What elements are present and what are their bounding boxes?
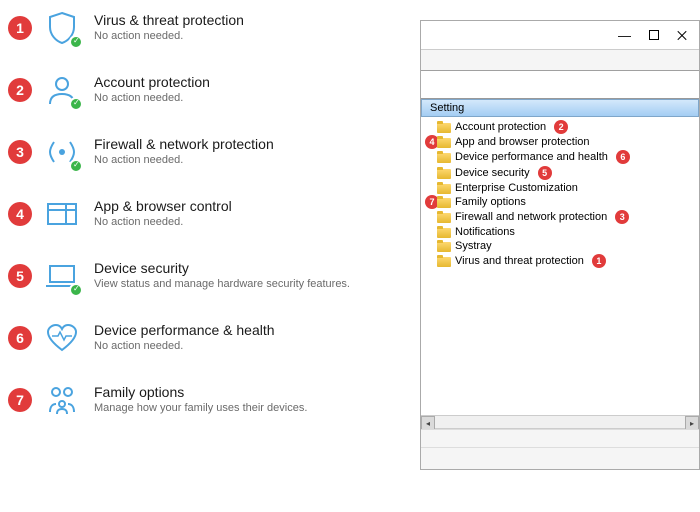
tree-item[interactable]: Device security 5 [421, 165, 699, 181]
health-icon [44, 320, 82, 358]
window-controls: — [421, 21, 699, 49]
account-icon [44, 72, 82, 110]
reference-badge: 6 [616, 150, 630, 164]
item-subtitle: No action needed. [94, 92, 210, 104]
tree-item-label: App and browser protection [455, 136, 590, 148]
folder-icon [437, 136, 451, 148]
folder-icon [437, 182, 451, 194]
settings-tree: Setting Account protection 24App and brow… [421, 99, 699, 271]
folder-icon [437, 226, 451, 238]
tree-item-label: Notifications [455, 226, 515, 238]
reference-badge: 2 [554, 120, 568, 134]
tree-item[interactable]: 4App and browser protection [421, 135, 699, 149]
item-subtitle: Manage how your family uses their device… [94, 402, 307, 414]
item-title: App & browser control [94, 198, 232, 214]
device-icon [44, 258, 82, 296]
number-badge: 4 [8, 202, 32, 226]
item-title: Family options [94, 384, 307, 400]
family-icon [44, 382, 82, 420]
security-center-list: 1 Virus & threat protection No action ne… [0, 0, 420, 454]
scroll-left-button[interactable]: ◂ [421, 416, 435, 430]
item-title: Account protection [94, 74, 210, 90]
folder-icon [437, 211, 451, 223]
item-subtitle: No action needed. [94, 216, 232, 228]
tree-item-label: Firewall and network protection [455, 211, 607, 223]
tree-item[interactable]: Systray [421, 239, 699, 253]
folder-icon [437, 151, 451, 163]
folder-icon [437, 240, 451, 252]
minimize-button[interactable]: — [618, 28, 631, 43]
folder-icon [437, 167, 451, 179]
number-badge: 7 [8, 388, 32, 412]
number-badge: 1 [8, 16, 32, 40]
security-item[interactable]: 4 App & browser control No action needed… [8, 196, 420, 234]
horizontal-scrollbar[interactable]: ◂ ▸ [421, 415, 699, 429]
security-item[interactable]: 5 Device security View status and manage… [8, 258, 420, 296]
item-title: Device performance & health [94, 322, 275, 338]
folder-icon [437, 255, 451, 267]
tree-item[interactable]: 7Family options [421, 195, 699, 209]
item-subtitle: No action needed. [94, 340, 275, 352]
tree-item-label: Enterprise Customization [455, 182, 578, 194]
item-title: Device security [94, 260, 350, 276]
item-subtitle: View status and manage hardware security… [94, 278, 350, 290]
item-subtitle: No action needed. [94, 154, 274, 166]
content-header [421, 71, 699, 99]
security-item[interactable]: 1 Virus & threat protection No action ne… [8, 10, 420, 48]
reference-badge: 1 [592, 254, 606, 268]
security-item[interactable]: 2 Account protection No action needed. [8, 72, 420, 110]
scroll-right-button[interactable]: ▸ [685, 416, 699, 430]
tree-item-label: Account protection [455, 121, 546, 133]
tree-item[interactable]: Notifications [421, 225, 699, 239]
folder-icon [437, 196, 451, 208]
shield-icon [44, 10, 82, 48]
tree-item[interactable]: Enterprise Customization [421, 181, 699, 195]
tree-item-label: Device security [455, 167, 530, 179]
policy-editor-window: — Setting Account protection 24App and br… [420, 20, 700, 470]
tree-item-label: Family options [455, 196, 526, 208]
reference-badge: 5 [538, 166, 552, 180]
status-area [421, 429, 699, 469]
number-badge: 3 [8, 140, 32, 164]
tree-item[interactable]: Device performance and health 6 [421, 149, 699, 165]
firewall-icon [44, 134, 82, 172]
tree-item-label: Virus and threat protection [455, 255, 584, 267]
reference-badge: 3 [615, 210, 629, 224]
number-badge: 2 [8, 78, 32, 102]
tree-item[interactable]: Virus and threat protection 1 [421, 253, 699, 269]
app-browser-icon [44, 196, 82, 234]
number-badge: 5 [8, 264, 32, 288]
security-item[interactable]: 3 Firewall & network protection No actio… [8, 134, 420, 172]
item-title: Virus & threat protection [94, 12, 244, 28]
toolbar [421, 49, 699, 71]
tree-item[interactable]: Account protection 2 [421, 119, 699, 135]
security-item[interactable]: 7 Family options Manage how your family … [8, 382, 420, 420]
number-badge: 6 [8, 326, 32, 350]
item-subtitle: No action needed. [94, 30, 244, 42]
tree-item-label: Device performance and health [455, 151, 608, 163]
tree-item-label: Systray [455, 240, 492, 252]
close-button[interactable] [677, 30, 687, 40]
column-header[interactable]: Setting [421, 99, 699, 117]
item-title: Firewall & network protection [94, 136, 274, 152]
maximize-button[interactable] [649, 30, 659, 40]
folder-icon [437, 121, 451, 133]
security-item[interactable]: 6 Device performance & health No action … [8, 320, 420, 358]
tree-item[interactable]: Firewall and network protection 3 [421, 209, 699, 225]
